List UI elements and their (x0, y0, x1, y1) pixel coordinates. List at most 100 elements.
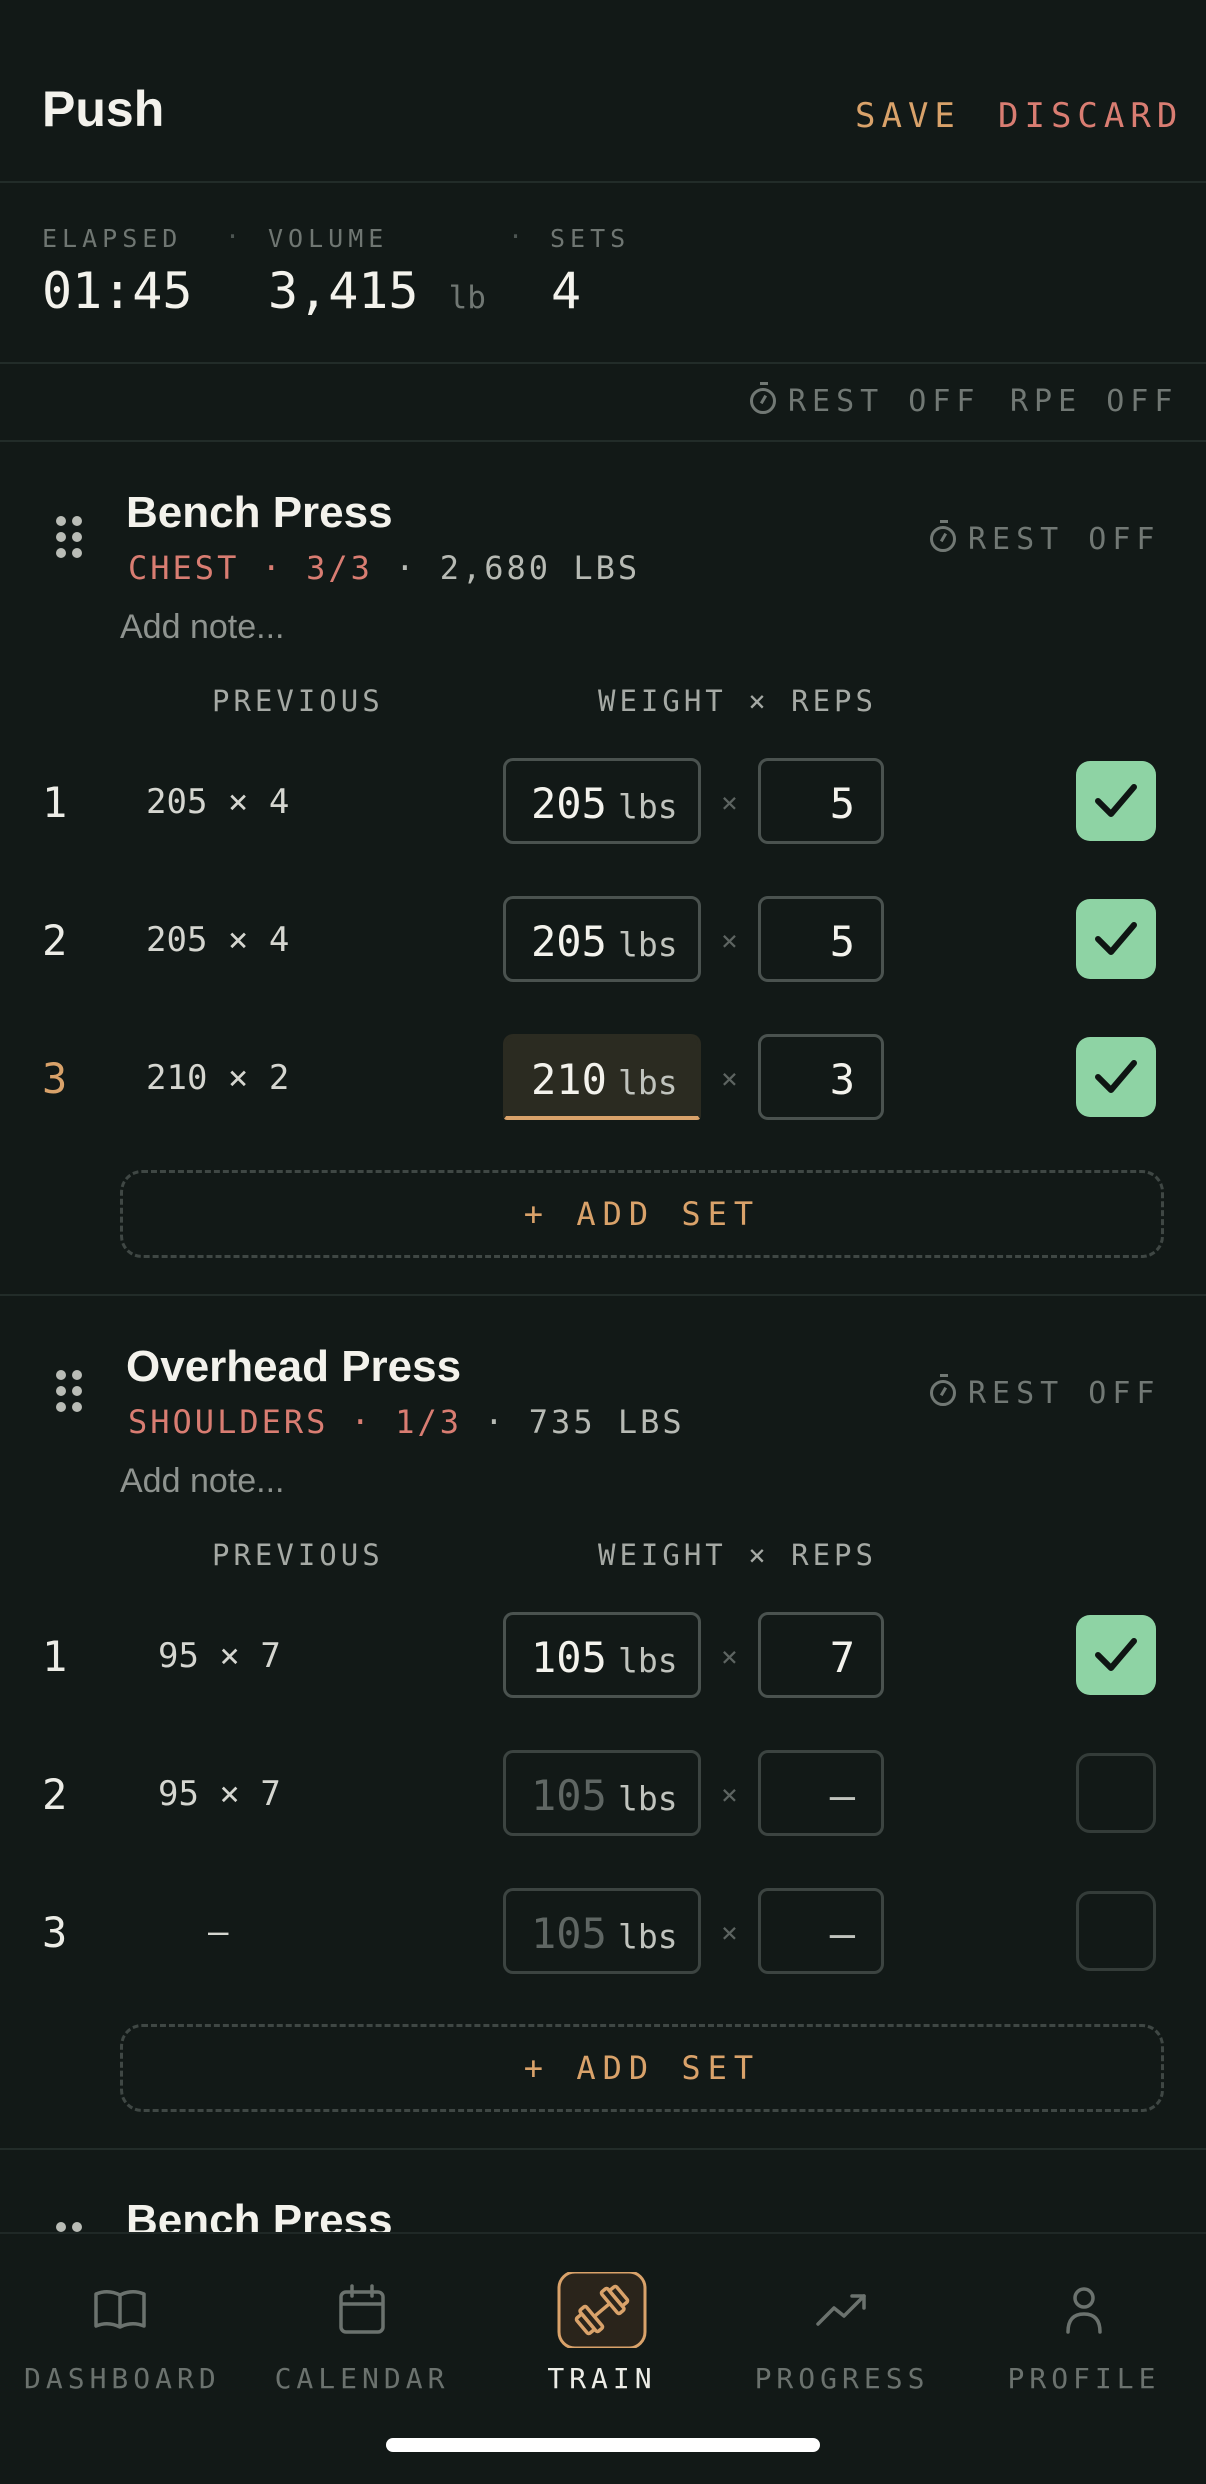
weight-placeholder: 105 (531, 1909, 607, 1958)
set-complete-checkbox[interactable] (1076, 1615, 1156, 1695)
reps-placeholder: — (829, 1771, 855, 1820)
times-symbol: × (721, 1640, 738, 1673)
exercise-name[interactable]: Bench Press (126, 488, 393, 538)
exercise-volume: 2,680 LBS (439, 549, 641, 587)
reps-input[interactable]: — (758, 1888, 884, 1974)
discard-button[interactable]: DISCARD (998, 96, 1183, 136)
meta-dot: · (484, 1403, 507, 1441)
add-set-button[interactable]: + ADD SET (120, 1170, 1164, 1258)
home-indicator (386, 2438, 820, 2452)
exercise-rest-toggle[interactable]: REST OFF (930, 520, 1161, 557)
previous-value: — (208, 1912, 229, 1952)
previous-value: 210 × 2 (146, 1058, 290, 1098)
divider (0, 440, 1206, 442)
nav-calendar[interactable]: CALENDAR (266, 2272, 458, 2395)
note-input[interactable]: Add note... (120, 608, 284, 647)
calendar-icon (339, 2284, 385, 2334)
weight-input[interactable]: 210 lbs (503, 1034, 701, 1120)
exercise-volume: 735 LBS (528, 1403, 685, 1441)
reps-input[interactable]: — (758, 1750, 884, 1836)
trend-icon (816, 2294, 866, 2326)
weight-input[interactable]: 105 lbs (503, 1750, 701, 1836)
reps-input[interactable]: 7 (758, 1612, 884, 1698)
reps-value: 5 (829, 779, 855, 828)
set-number: 2 (42, 1770, 68, 1819)
weight-unit: lbs (618, 925, 678, 964)
divider (0, 181, 1206, 183)
rpe-toggle[interactable]: RPE OFF (1010, 384, 1178, 419)
exercise-rest-label: REST OFF (968, 1376, 1161, 1411)
timer-icon (930, 520, 956, 552)
nav-progress[interactable]: PROGRESS (746, 2272, 938, 2395)
set-complete-checkbox[interactable] (1076, 1037, 1156, 1117)
set-progress: 1/3 (395, 1403, 462, 1441)
nav-label: TRAIN (547, 2362, 657, 2395)
previous-value: 95 × 7 (158, 1774, 281, 1814)
times-symbol: × (721, 924, 738, 957)
reps-input[interactable]: 3 (758, 1034, 884, 1120)
weight-unit: lbs (618, 1917, 678, 1956)
weight-unit: lbs (618, 787, 678, 826)
set-number: 2 (42, 916, 68, 965)
volume-unit: lb (448, 280, 486, 316)
col-weight-reps: WEIGHT × REPS (598, 1538, 877, 1572)
set-complete-checkbox[interactable] (1076, 899, 1156, 979)
weight-unit: lbs (618, 1779, 678, 1818)
drag-handle-icon[interactable] (56, 516, 82, 560)
exercise-meta: CHEST · 3/3 · 2,680 LBS (128, 549, 640, 587)
set-complete-checkbox[interactable] (1076, 761, 1156, 841)
workout-title: Push (42, 81, 165, 137)
previous-value: 95 × 7 (158, 1636, 281, 1676)
weight-input[interactable]: 105 lbs (503, 1888, 701, 1974)
stat-separator: · (225, 222, 241, 251)
set-number: 3 (42, 1054, 68, 1103)
nav-train[interactable]: TRAIN (506, 2272, 698, 2395)
elapsed-value: 01:45 (42, 262, 193, 320)
meta-dot: · (350, 1403, 373, 1441)
checkmark-icon (1095, 1638, 1137, 1671)
drag-handle-icon[interactable] (56, 1370, 82, 1414)
save-button[interactable]: SAVE (855, 96, 961, 136)
col-previous: PREVIOUS (212, 684, 384, 718)
divider (0, 1294, 1206, 1296)
rest-toggle[interactable]: REST OFF (750, 382, 981, 419)
set-number: 3 (42, 1908, 68, 1957)
nav-label: PROGRESS (754, 2362, 930, 2395)
weight-input[interactable]: 205 lbs (503, 896, 701, 982)
nav-label: DASHBOARD (24, 2362, 221, 2395)
weight-input[interactable]: 205 lbs (503, 758, 701, 844)
checkmark-icon (1095, 784, 1137, 817)
elapsed-label: ELAPSED (42, 224, 183, 253)
stat-separator: · (508, 222, 524, 251)
col-weight-reps: WEIGHT × REPS (598, 684, 877, 718)
set-complete-checkbox[interactable] (1076, 1891, 1156, 1971)
set-complete-checkbox[interactable] (1076, 1753, 1156, 1833)
divider (0, 2148, 1206, 2150)
person-icon (1066, 2287, 1102, 2334)
times-symbol: × (721, 1062, 738, 1095)
book-icon (94, 2290, 146, 2329)
nav-dashboard[interactable]: DASHBOARD (24, 2272, 216, 2395)
checkmark-icon (1095, 1060, 1137, 1093)
add-set-button[interactable]: + ADD SET (120, 2024, 1164, 2112)
exercise-meta: SHOULDERS · 1/3 · 735 LBS (128, 1403, 685, 1441)
weight-input[interactable]: 105 lbs (503, 1612, 701, 1698)
note-input[interactable]: Add note... (120, 1462, 284, 1501)
reps-input[interactable]: 5 (758, 896, 884, 982)
meta-dot: · (261, 549, 284, 587)
meta-dot: · (395, 549, 418, 587)
sets-value: 4 (551, 262, 582, 320)
checkmark-icon (1095, 922, 1137, 955)
times-symbol: × (721, 786, 738, 819)
exercise-name[interactable]: Overhead Press (126, 1342, 461, 1392)
nav-profile[interactable]: PROFILE (988, 2272, 1180, 2395)
weight-value: 205 (531, 779, 607, 828)
timer-icon (930, 1374, 956, 1406)
exercise-rest-toggle[interactable]: REST OFF (930, 1374, 1161, 1411)
reps-value: 3 (829, 1055, 855, 1104)
reps-input[interactable]: 5 (758, 758, 884, 844)
weight-value: 105 (531, 1633, 607, 1682)
weight-unit: lbs (618, 1063, 678, 1102)
reps-placeholder: — (829, 1909, 855, 1958)
volume-value: 3,415 lb (268, 262, 486, 320)
